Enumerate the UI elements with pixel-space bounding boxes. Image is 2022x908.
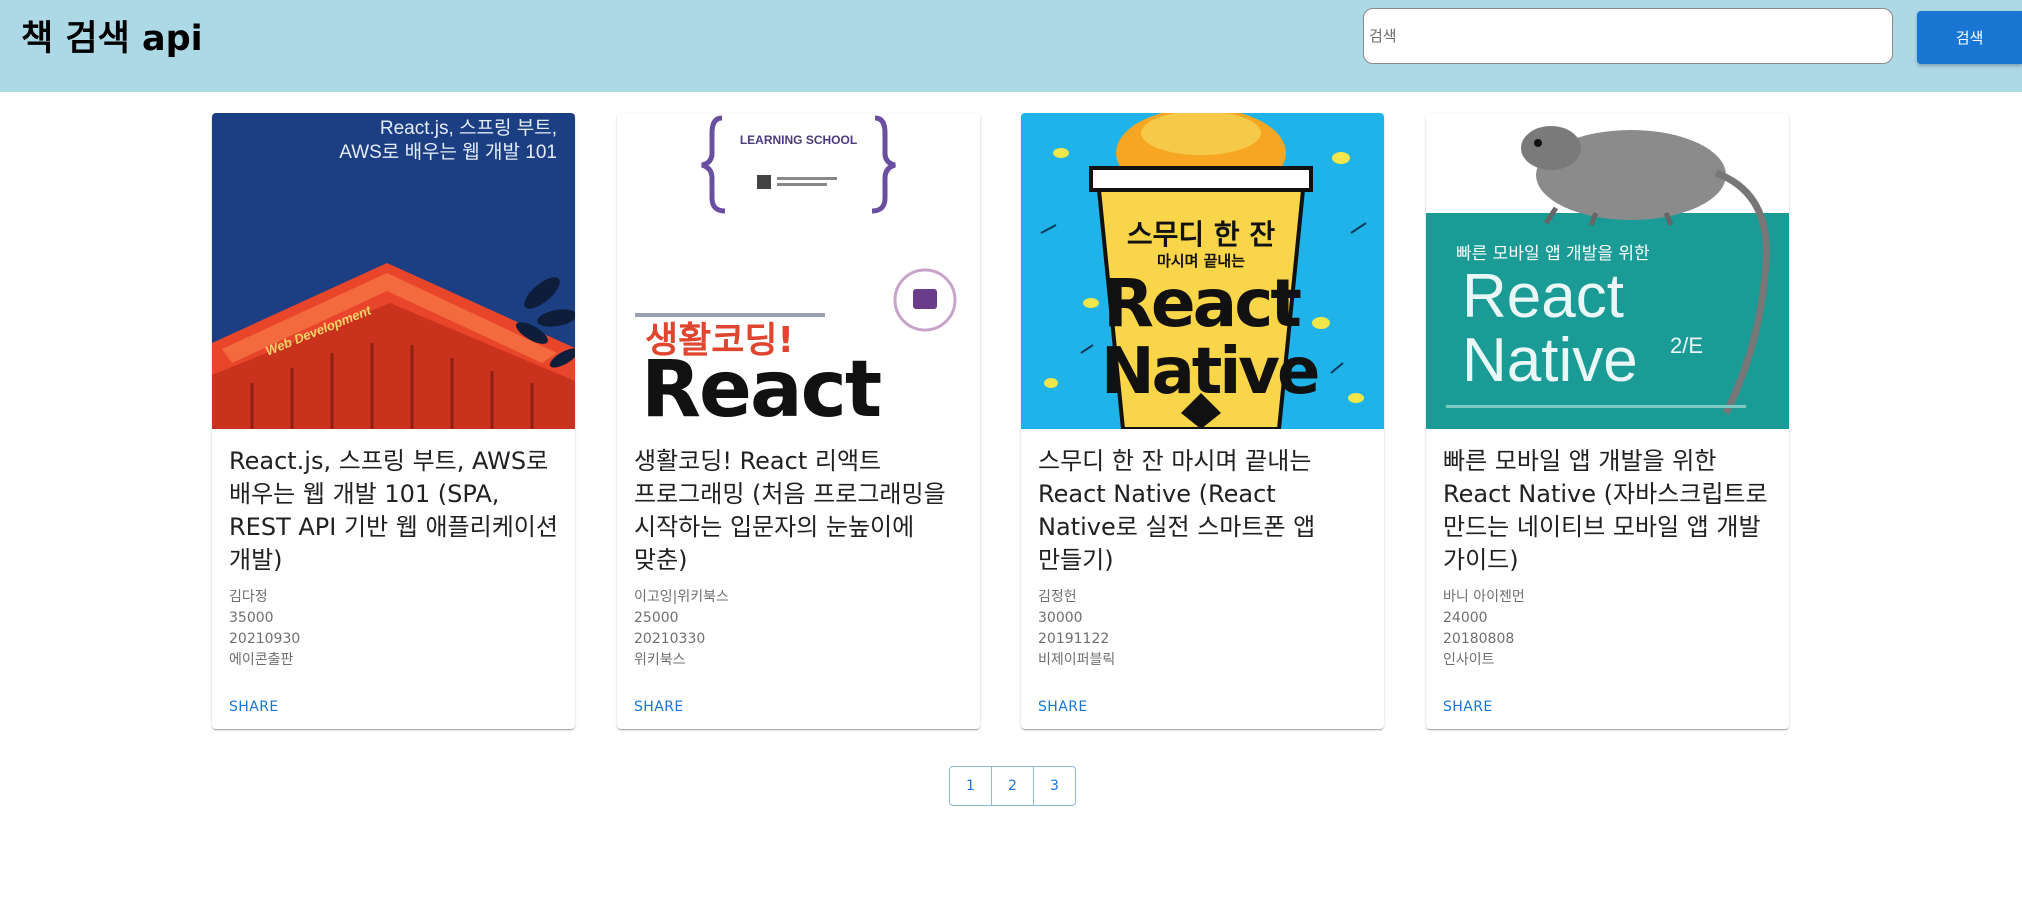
book-card: LEARNING SCHOOL 생활코딩! React 생활코딩! React … <box>617 113 980 729</box>
page-button-3[interactable]: 3 <box>1033 766 1076 806</box>
share-button[interactable]: SHARE <box>1443 699 1493 715</box>
book-price: 24000 <box>1443 610 1488 626</box>
book-publisher: 비제이퍼블릭 <box>1038 652 1116 668</box>
app-header: 책 검색 api 검색 <box>0 0 2022 92</box>
share-button[interactable]: SHARE <box>1038 699 1088 715</box>
book-card: 빠른 모바일 앱 개발을 위한 React Native 2/E 빠른 모바일 … <box>1426 113 1789 729</box>
book-title: React.js, 스프링 부트, AWS로 배우는 웹 개발 101 (SPA… <box>229 447 558 574</box>
book-price: 30000 <box>1038 610 1083 626</box>
cover-line: AWS로 배우는 웹 개발 101 <box>339 142 557 163</box>
book-publisher: 위키북스 <box>634 652 686 668</box>
cover-line: 스무디 한 잔 <box>1126 218 1276 251</box>
page-button-2[interactable]: 2 <box>991 766 1034 806</box>
cover-line: Native <box>1101 335 1320 409</box>
cover-line: React <box>641 345 882 429</box>
share-button[interactable]: SHARE <box>634 699 684 715</box>
book-title: 스무디 한 잔 마시며 끝내는 React Native (React Nati… <box>1038 447 1316 574</box>
search-button[interactable]: 검색 <box>1917 11 2022 64</box>
book-publisher: 인사이트 <box>1443 652 1495 668</box>
cover-text: React.js, 스프링 부트, AWS로 배우는 웹 개발 101 Web … <box>212 113 575 429</box>
cover-text: LEARNING SCHOOL 생활코딩! React <box>617 113 980 429</box>
cover-badge: LEARNING SCHOOL <box>739 133 858 147</box>
book-author: 김정헌 <box>1038 589 1077 605</box>
book-cover-image: 스무디 한 잔 마시며 끝내는 React Native <box>1021 113 1384 429</box>
book-card: React.js, 스프링 부트, AWS로 배우는 웹 개발 101 Web … <box>212 113 575 729</box>
book-date: 20210930 <box>229 631 301 647</box>
cover-line: 2/E <box>1670 333 1704 358</box>
book-price: 25000 <box>634 610 679 626</box>
share-button[interactable]: SHARE <box>229 699 279 715</box>
book-cover-image: LEARNING SCHOOL 생활코딩! React <box>617 113 980 429</box>
cover-text: 빠른 모바일 앱 개발을 위한 React Native 2/E <box>1426 113 1789 429</box>
book-author: 김다정 <box>229 589 268 605</box>
search-input[interactable] <box>1363 8 1893 64</box>
book-author: 이고잉|위키북스 <box>634 589 729 605</box>
book-cover-image: 빠른 모바일 앱 개발을 위한 React Native 2/E <box>1426 113 1789 429</box>
book-title: 빠른 모바일 앱 개발을 위한 React Native (자바스크립트로 만드… <box>1443 447 1768 574</box>
cover-line: React.js, 스프링 부트, <box>379 118 557 139</box>
book-title: 생활코딩! React 리액트 프로그래밍 (처음 프로그래밍을 시작하는 입문… <box>634 447 946 574</box>
book-card: 스무디 한 잔 마시며 끝내는 React Native 스무디 한 잔 마시며… <box>1021 113 1384 729</box>
cover-caption: Web Development <box>263 302 374 359</box>
page-button-1[interactable]: 1 <box>949 766 992 806</box>
book-date: 20180808 <box>1443 631 1515 647</box>
cover-line: Native <box>1462 326 1638 395</box>
book-price: 35000 <box>229 610 274 626</box>
cover-line: React <box>1103 265 1302 342</box>
book-date: 20191122 <box>1038 631 1110 647</box>
cover-line: React <box>1462 262 1624 331</box>
book-date: 20210330 <box>634 631 706 647</box>
cover-text: 스무디 한 잔 마시며 끝내는 React Native <box>1021 113 1384 429</box>
book-author: 바니 아이젠먼 <box>1443 589 1525 605</box>
book-publisher: 에이콘출판 <box>229 652 294 668</box>
pagination: 1 2 3 <box>949 766 1076 806</box>
app-title: 책 검색 api <box>21 19 203 59</box>
book-cover-image: React.js, 스프링 부트, AWS로 배우는 웹 개발 101 Web … <box>212 113 575 429</box>
